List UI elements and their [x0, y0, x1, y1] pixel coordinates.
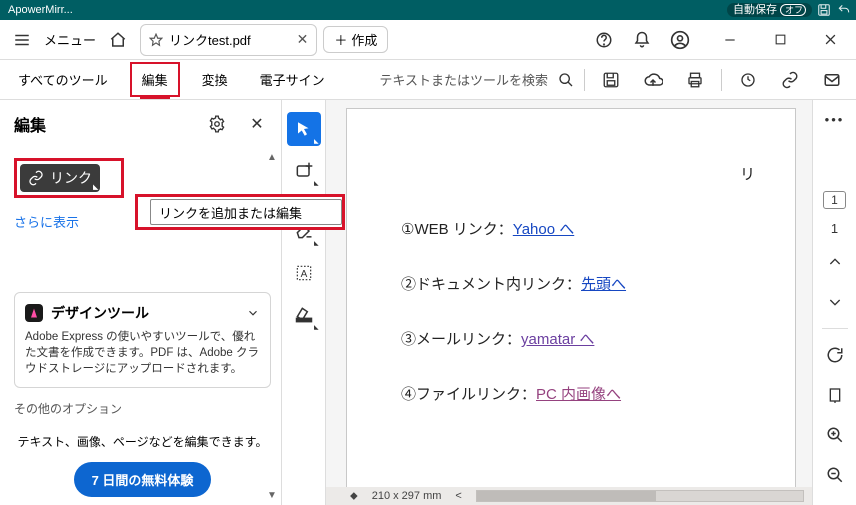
- design-card-title: デザインツール: [51, 303, 149, 323]
- other-options-text: その他のオプション: [14, 400, 271, 417]
- home-icon[interactable]: [102, 24, 134, 56]
- horizontal-scrollbar[interactable]: [476, 490, 804, 502]
- subbar-convert[interactable]: 変換: [192, 64, 238, 95]
- arrow-down-icon[interactable]: [821, 288, 849, 316]
- search-placeholder[interactable]: テキストまたはツールを検索: [379, 70, 548, 89]
- internal-doc-link[interactable]: 先頭へ: [581, 276, 626, 293]
- close-tab-icon[interactable]: ✕: [297, 31, 309, 48]
- link-icon[interactable]: [774, 64, 806, 96]
- doc-status-bar: ⬥ 210 x 297 mm <: [326, 487, 812, 505]
- os-titlebar: ApowerMirr... 自動保存 オフ: [0, 0, 856, 20]
- close-window-icon[interactable]: [810, 24, 850, 56]
- save-icon[interactable]: [816, 2, 832, 18]
- pdf-page: リ ①WEB リンク：Yahoo へ ②ドキュメント内リンク：先頭へ ③メールリ…: [346, 108, 796, 489]
- minimize-icon[interactable]: [710, 24, 750, 56]
- design-tool-card: デザインツール Adobe Express の使いやすいツールで、優れた文書を作…: [14, 292, 271, 388]
- page-size-text: 210 x 297 mm: [372, 490, 442, 502]
- maximize-icon[interactable]: [760, 24, 800, 56]
- web-link[interactable]: Yahoo へ: [513, 221, 574, 238]
- add-text-tool-icon[interactable]: [287, 154, 321, 188]
- document-viewport[interactable]: リ ①WEB リンク：Yahoo へ ②ドキュメント内リンク：先頭へ ③メールリ…: [326, 100, 812, 505]
- arrow-up-icon[interactable]: [821, 248, 849, 276]
- adobe-express-logo-icon: [25, 304, 43, 322]
- account-icon[interactable]: [664, 24, 696, 56]
- print-icon[interactable]: [679, 64, 711, 96]
- help-icon[interactable]: [588, 24, 620, 56]
- autosave-toggle[interactable]: 自動保存 オフ: [727, 3, 812, 17]
- link-tooltip-highlight: リンクを追加または編集: [135, 194, 345, 230]
- show-more-link[interactable]: さらに表示: [14, 212, 79, 231]
- page-number-input[interactable]: 1: [823, 191, 846, 209]
- edit-panel: 編集 ✕ リンク さらに表示 デザインツール Adobe: [0, 100, 282, 505]
- page-layout-icon[interactable]: [821, 381, 849, 409]
- chevron-down-icon[interactable]: [246, 306, 260, 320]
- mail-icon[interactable]: [816, 64, 848, 96]
- undo-icon[interactable]: [836, 2, 852, 18]
- chain-link-icon: [28, 170, 44, 186]
- gear-icon[interactable]: [201, 108, 233, 140]
- panel-title: 編集: [14, 112, 193, 136]
- zoom-out-icon[interactable]: [821, 461, 849, 489]
- bell-icon[interactable]: [626, 24, 658, 56]
- rotate-icon[interactable]: [821, 341, 849, 369]
- top-toolbar: メニュー リンクtest.pdf ✕ ＋ 作成: [0, 20, 856, 60]
- redact-tool-icon[interactable]: [287, 298, 321, 332]
- edit-hint-text: テキスト、画像、ページなどを編集できます。: [14, 433, 271, 450]
- right-sidebar: ••• 1 1: [812, 100, 856, 505]
- link-tool-highlight: リンク: [14, 158, 124, 198]
- page-total-text: 1: [831, 221, 838, 236]
- text-select-tool-icon[interactable]: A: [287, 256, 321, 290]
- save-disk-icon[interactable]: [595, 64, 627, 96]
- doc-heading-fragment: リ: [401, 163, 755, 184]
- subbar-edit[interactable]: 編集: [130, 62, 180, 97]
- link-tool-button[interactable]: リンク: [20, 164, 100, 192]
- design-card-desc: Adobe Express の使いやすいツールで、優れた文書を作成できます。PD…: [25, 329, 260, 377]
- titlebar-app-name: ApowerMirr...: [4, 4, 73, 16]
- svg-text:A: A: [300, 269, 307, 280]
- vertical-toolbox: A: [282, 100, 326, 505]
- sub-toolbar: すべてのツール 編集 変換 電子サイン テキストまたはツールを検索: [0, 60, 856, 100]
- new-tab-button[interactable]: ＋ 作成: [323, 26, 388, 53]
- file-link[interactable]: PC 内画像へ: [536, 386, 621, 403]
- mail-link[interactable]: yamatar へ: [521, 331, 594, 348]
- select-tool-icon[interactable]: [287, 112, 321, 146]
- search-icon[interactable]: [558, 72, 574, 88]
- zoom-in-icon[interactable]: [821, 421, 849, 449]
- free-trial-button[interactable]: 7 日間の無料体験: [74, 462, 212, 497]
- menu-label[interactable]: メニュー: [44, 30, 96, 49]
- plus-icon: ＋: [334, 30, 347, 49]
- subbar-esign[interactable]: 電子サイン: [250, 64, 335, 95]
- ai-sparkle-icon[interactable]: [732, 64, 764, 96]
- subbar-all-tools[interactable]: すべてのツール: [8, 64, 118, 95]
- more-options-icon[interactable]: •••: [825, 112, 845, 127]
- link-tooltip: リンクを追加または編集: [150, 199, 342, 225]
- star-icon: [149, 33, 163, 47]
- hamburger-icon[interactable]: [6, 24, 38, 56]
- close-panel-icon[interactable]: ✕: [241, 108, 273, 140]
- cloud-upload-icon[interactable]: [637, 64, 669, 96]
- document-tab[interactable]: リンクtest.pdf ✕: [140, 24, 317, 56]
